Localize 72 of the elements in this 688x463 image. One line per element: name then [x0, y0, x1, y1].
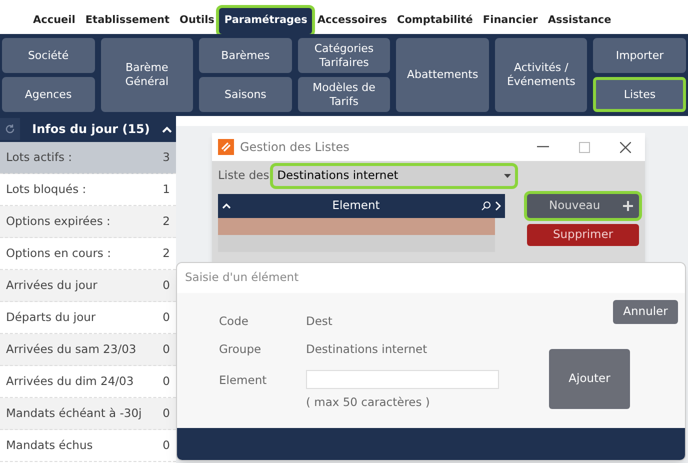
info-value: 0 [162, 404, 170, 422]
menu-item[interactable]: Comptabilité [392, 8, 478, 34]
close-icon[interactable] [620, 142, 631, 152]
menu-item[interactable]: Accueil [28, 8, 80, 34]
info-value: 3 [162, 148, 170, 166]
refresh-button[interactable] [0, 118, 20, 140]
ribbon-button[interactable]: Abattements [396, 38, 489, 112]
window-title: Gestion des Listes [240, 139, 350, 156]
info-label: Lots actifs : [6, 148, 72, 166]
delete-button[interactable]: Supprimer [527, 224, 639, 246]
info-label: Mandats échéant à -30j [6, 404, 142, 422]
ribbon-button[interactable]: Importer [593, 38, 686, 73]
info-value: 0 [162, 436, 170, 454]
ribbon-button[interactable]: Saisons [199, 77, 292, 112]
cancel-button[interactable]: Annuler [613, 300, 678, 324]
info-value: 0 [162, 276, 170, 294]
field-label: Code [219, 313, 250, 330]
panel-title: Infos du jour (15) [31, 121, 151, 138]
column-header[interactable]: Element [231, 197, 481, 215]
info-row[interactable]: Lots actifs : 3 [0, 142, 176, 174]
dialog-title: Saisie d'un élément [185, 269, 299, 286]
ribbon-button[interactable]: Catégories Tarifaires [298, 38, 390, 73]
chevron-up-icon[interactable] [162, 126, 172, 132]
info-row[interactable]: Arrivées du sam 23/03 0 [0, 334, 176, 366]
info-label: Options expirées : [6, 212, 110, 230]
info-value: 2 [162, 244, 170, 262]
info-row[interactable]: Mandats échéant à -30j 0 [0, 398, 176, 430]
info-row[interactable]: Options expirées : 2 [0, 206, 176, 238]
info-label: Lots bloqués : [6, 180, 86, 198]
hint-text: ( max 50 caractères ) [306, 394, 431, 410]
field-label: Groupe [219, 341, 262, 358]
element-input[interactable] [306, 370, 499, 388]
add-button[interactable]: Ajouter [549, 349, 630, 409]
list-label: Liste des [218, 167, 270, 184]
info-label: Arrivées du dim 24/03 [6, 372, 134, 390]
chevron-up-icon[interactable] [222, 203, 231, 209]
field-label: Element [219, 372, 268, 388]
ribbon-button[interactable]: Société [2, 38, 95, 73]
dropdown-caret-icon [504, 174, 512, 178]
chevron-right-icon[interactable] [495, 201, 501, 211]
info-value: 0 [162, 372, 170, 390]
menu-item[interactable]: Outils [174, 8, 220, 34]
search-icon[interactable] [481, 201, 491, 211]
field-value: Destinations internet [306, 341, 428, 358]
ribbon-button[interactable]: Agences [2, 77, 95, 112]
plus-icon [623, 201, 633, 211]
ribbon-button[interactable]: Modèles de Tarifs [298, 77, 390, 112]
info-value: 2 [162, 212, 170, 230]
ribbon-button[interactable]: Activités / Événements [494, 38, 588, 112]
info-label: Options en cours : [6, 244, 111, 262]
new-button[interactable]: Nouveau [527, 194, 639, 218]
ribbon-button[interactable]: Barème Général [100, 38, 194, 112]
refresh-icon [5, 124, 15, 134]
menu-item[interactable]: Paramétrages [219, 8, 312, 34]
info-value: 1 [162, 180, 170, 198]
field-value: Dest [306, 313, 332, 330]
info-value: 0 [162, 340, 170, 358]
app-logo-icon [218, 139, 234, 155]
minimize-icon[interactable] [537, 146, 549, 148]
menu-item[interactable]: Etablissement [80, 8, 175, 34]
menu-item[interactable]: Financier [478, 8, 543, 34]
ribbon-button[interactable]: Barèmes [199, 38, 292, 73]
info-value: 0 [162, 308, 170, 326]
info-label: Arrivées du jour [6, 276, 98, 294]
info-label: Départs du jour [6, 308, 96, 326]
info-row[interactable]: Arrivées du jour 0 [0, 270, 176, 302]
list-dropdown[interactable]: Destinations internet [273, 166, 516, 186]
info-label: Arrivées du sam 23/03 [6, 340, 136, 358]
info-label: Mandats échus [6, 436, 93, 454]
ribbon-button[interactable]: Listes [593, 77, 686, 112]
menu-item[interactable]: Assistance [542, 8, 616, 34]
menu-item[interactable]: Accessoires [312, 8, 392, 34]
